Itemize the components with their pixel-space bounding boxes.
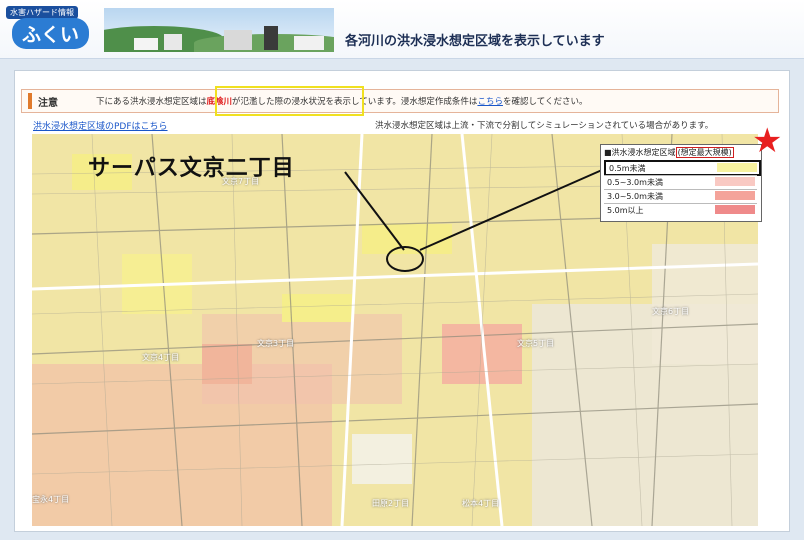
legend-label: 3.0~5.0m未満 xyxy=(607,192,663,201)
pdf-link[interactable]: 洪水浸水想定区域のPDFはこちら xyxy=(33,119,168,132)
map-label-bunkyo4: 文京4丁目 xyxy=(142,353,180,362)
page-title: 各河川の洪水浸水想定区域を表示しています xyxy=(345,34,605,49)
map-label-tawara: 田原2丁目 xyxy=(372,499,410,508)
legend-swatch xyxy=(715,177,755,186)
header: 水害ハザード情報 ふくい 各河川の洪水浸水想定区域を表示しています xyxy=(0,0,804,59)
map-label-matsumoto: 松本4丁目 xyxy=(462,499,500,508)
flood-depth-legend: ■洪水浸水想定区域 (想定最大規模) 0.5m未満 0.5~3.0m未満 3.0~… xyxy=(600,144,762,222)
map-label-bunkyo6: 文京6丁目 xyxy=(652,307,690,316)
logo-name: ふくい xyxy=(12,18,90,49)
legend-row: 3.0~5.0m未満 xyxy=(604,189,757,202)
map-label-bunkyo3: 文京3丁目 xyxy=(257,339,295,348)
legend-row: 0.5~3.0m未満 xyxy=(604,175,757,188)
location-marker-ellipse xyxy=(386,246,424,272)
notice-text-before: 下にある洪水浸水想定区域は xyxy=(96,97,207,107)
simulation-note: 洪水浸水想定区域は上流・下流で分割してシミュレーションされている場合があります。 xyxy=(375,121,714,131)
notice-text-after: を確認してください。 xyxy=(502,97,588,107)
header-banner-image xyxy=(104,8,334,52)
legend-label: 5.0m以上 xyxy=(607,206,644,215)
notice-label: 注意 xyxy=(38,98,58,109)
notice-accent-bar xyxy=(28,93,32,109)
legend-scale: (想定最大規模) xyxy=(675,147,734,158)
legend-row: 5.0m以上 xyxy=(604,203,757,216)
star-icon: ★ xyxy=(752,121,783,161)
legend-swatch xyxy=(717,163,757,172)
river-highlight-box xyxy=(215,86,364,116)
notice-box: 注意 下にある洪水浸水想定区域は底喰川が氾濫した際の浸水状況を表示しています。浸… xyxy=(21,89,779,113)
site-logo[interactable]: 水害ハザード情報 ふくい xyxy=(6,6,106,50)
conditions-link[interactable]: こちら xyxy=(477,97,503,107)
building-callout-label: サーパス文京二丁目 xyxy=(88,156,295,181)
legend-title: ■洪水浸水想定区域 xyxy=(604,148,676,157)
legend-row: 0.5m未満 xyxy=(604,160,761,176)
legend-label: 0.5m未満 xyxy=(609,164,646,173)
legend-swatch xyxy=(715,205,755,214)
legend-swatch xyxy=(715,191,755,200)
map-label-hoei: 宝永4丁目 xyxy=(32,495,70,504)
map-label-bunkyo5: 文京5丁目 xyxy=(517,339,555,348)
legend-header: ■洪水浸水想定区域 (想定最大規模) xyxy=(604,147,734,158)
legend-label: 0.5~3.0m未満 xyxy=(607,178,663,187)
